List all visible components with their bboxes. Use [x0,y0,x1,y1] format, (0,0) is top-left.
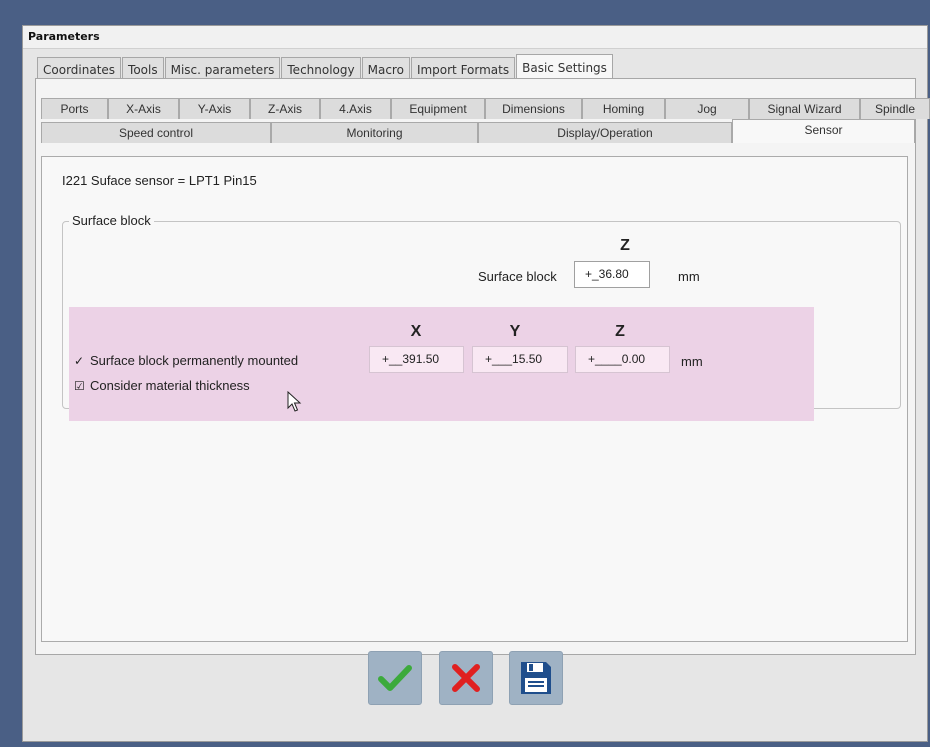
x-icon [452,664,480,692]
tab-equipment[interactable]: Equipment [391,98,485,119]
mouse-pointer-icon [287,391,302,412]
z-header: Z [615,323,625,340]
parameters-window: Parameters Coordinates Tools Misc. param… [22,25,930,742]
y-header: Y [509,323,521,340]
title-bar: Parameters [23,26,927,49]
checkmark-icon: ✓ [74,354,85,368]
tab-basic-settings[interactable]: Basic Settings [516,54,613,81]
permanently-mounted-label: Surface block permanently mounted [90,353,299,368]
tab-sensor[interactable]: Sensor [732,119,915,143]
surface-block-unit: mm [678,269,700,284]
surface-block-label: Surface block [478,269,557,284]
surface-block-group-title: Surface block [69,213,154,228]
sensor-panel: I221 Suface sensor = LPT1 Pin15 Surface … [41,156,908,642]
tab-spindle[interactable]: Spindle [860,98,930,119]
tab-4-axis[interactable]: 4.Axis [320,98,391,119]
x-header: X [410,323,422,340]
save-button[interactable] [509,651,563,705]
tab-dimensions[interactable]: Dimensions [485,98,582,119]
position-y-input[interactable]: +___15.50 [472,346,568,373]
tab-homing[interactable]: Homing [582,98,665,119]
tab-y-axis[interactable]: Y-Axis [179,98,250,119]
tab-display-operation[interactable]: Display/Operation [478,122,732,143]
material-thickness-checkbox[interactable]: ☑ Consider material thickness [74,378,250,393]
sub-tab-row-1: Ports X-Axis Y-Axis Z-Axis 4.Axis Equipm… [41,98,930,119]
checked-box-icon: ☑ [74,379,85,393]
position-unit: mm [681,354,703,369]
tab-signal-wizard[interactable]: Signal Wizard [749,98,860,119]
tab-monitoring[interactable]: Monitoring [271,122,478,143]
z-header-top: Z [620,237,630,254]
floppy-disk-icon [521,662,551,694]
tab-x-axis[interactable]: X-Axis [108,98,179,119]
basic-settings-panel: Ports X-Axis Y-Axis Z-Axis 4.Axis Equipm… [35,78,930,655]
tab-z-axis[interactable]: Z-Axis [250,98,320,119]
sub-tab-row-2: Speed control Monitoring Display/Operati… [41,119,915,143]
position-x-input[interactable]: +__391.50 [369,346,464,373]
surface-block-input[interactable]: +_36.80 [574,261,650,288]
tab-speed-control[interactable]: Speed control [41,122,271,143]
material-thickness-label: Consider material thickness [90,378,250,393]
position-z-input[interactable]: +____0.00 [575,346,670,373]
sensor-info-label: I221 Suface sensor = LPT1 Pin15 [62,173,257,188]
ok-button[interactable] [368,651,422,705]
window-title: Parameters [28,30,100,43]
permanently-mounted-checkbox[interactable]: ✓ Surface block permanently mounted [74,353,298,368]
tab-jog[interactable]: Jog [665,98,749,119]
cancel-button[interactable] [439,651,493,705]
checkmark-icon [378,665,412,691]
tab-ports[interactable]: Ports [41,98,108,119]
